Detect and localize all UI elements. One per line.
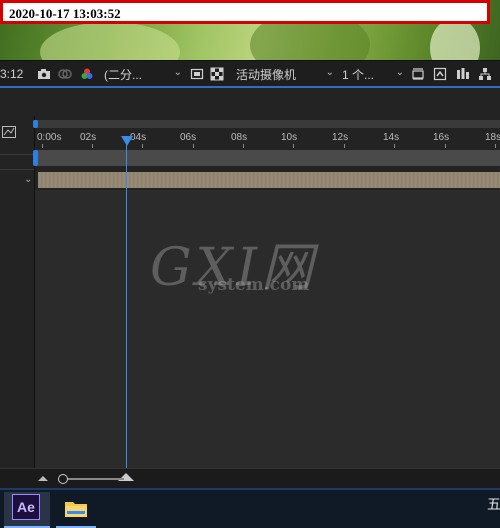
tick-mark [42, 144, 43, 148]
viewer-toolbar: 3:12 (二分... ⌄ 活动摄像机 ⌄ 1 个... ⌄ [0, 60, 500, 87]
toggle-pixel-aspect-icon[interactable] [411, 67, 425, 81]
tick-mark [344, 144, 345, 148]
tick-mark [394, 144, 395, 148]
resolution-value: (二分... [104, 67, 142, 82]
work-area-start-handle[interactable] [33, 120, 38, 128]
timestamp-overlay: 2020-10-17 13:03:52 [0, 0, 490, 24]
active-camera-value: 活动摄像机 [236, 67, 297, 82]
tick-label: 14s [383, 132, 400, 143]
current-time-display[interactable]: 3:12 [0, 61, 28, 87]
current-time-text: 3:12 [0, 67, 24, 81]
timestamp-text: 2020-10-17 13:03:52 [9, 6, 121, 21]
work-area-bar[interactable] [35, 120, 500, 128]
tick-label: 16s [433, 132, 450, 143]
after-effects-icon[interactable]: Ae [12, 494, 40, 520]
tick-mark [293, 144, 294, 148]
transparency-grid-icon[interactable] [210, 67, 224, 81]
tick-label: 12s [332, 132, 349, 143]
ae-icon-label: Ae [17, 499, 35, 515]
taskbar-file-explorer-button[interactable] [56, 492, 96, 528]
tick-label: 0:00s [37, 132, 62, 143]
time-navigator-bar[interactable] [35, 150, 500, 166]
watermark: GXI网 system.com [150, 225, 320, 305]
tick-mark [445, 144, 446, 148]
tick-label: 02s [80, 132, 97, 143]
tick-label: 18s [485, 132, 500, 143]
chevron-down-icon[interactable]: ⌄ [24, 174, 32, 185]
tick-mark [243, 144, 244, 148]
zoom-slider-knob[interactable] [58, 474, 68, 484]
tick-label: 08s [231, 132, 248, 143]
tick-mark [142, 144, 143, 148]
zoom-out-icon[interactable] [38, 475, 48, 481]
views-value: 1 个... [342, 67, 375, 82]
tick-mark [92, 144, 93, 148]
timeline-panel-icon[interactable] [456, 67, 470, 81]
time-ruler[interactable]: 0:00s 02s 04s 06s 08s 10s 12s 14s 16s 18… [35, 128, 500, 148]
folder-icon [65, 502, 87, 517]
tick-mark [495, 144, 496, 148]
tick-label: 10s [281, 132, 298, 143]
viewer-image-highlight [40, 22, 180, 60]
fast-preview-icon[interactable] [433, 67, 447, 81]
input-method-indicator[interactable]: 五 [487, 494, 500, 514]
camera-snapshot-icon[interactable] [37, 67, 51, 81]
chevron-down-icon: ⌄ [395, 67, 404, 78]
active-camera-dropdown[interactable]: 活动摄像机 ⌄ [236, 65, 336, 83]
graph-editor-icon[interactable] [2, 126, 16, 138]
zoom-slider-track[interactable] [60, 478, 124, 480]
layer-header-row [0, 154, 34, 170]
show-snapshot-icon[interactable] [58, 67, 72, 81]
chevron-down-icon: ⌄ [325, 67, 334, 78]
views-dropdown[interactable]: 1 个... ⌄ [342, 65, 406, 83]
tick-label: 06s [180, 132, 197, 143]
resolution-dropdown[interactable]: (二分... ⌄ [104, 65, 184, 83]
flowchart-icon[interactable] [478, 67, 492, 81]
chevron-down-icon: ⌄ [173, 67, 182, 78]
viewer-image-light [430, 18, 480, 60]
playhead-handle[interactable] [121, 136, 133, 146]
layer-panel: ⌄ [0, 116, 35, 472]
watermark-sub-text: system.com [198, 275, 310, 295]
playhead-line[interactable] [126, 138, 127, 468]
timeline-header [0, 88, 500, 116]
time-navigator-start-handle[interactable] [33, 150, 38, 166]
tick-mark [193, 144, 194, 148]
color-channels-icon[interactable] [80, 67, 94, 81]
region-of-interest-icon[interactable] [190, 67, 204, 81]
layer-duration-bar[interactable] [38, 172, 500, 188]
